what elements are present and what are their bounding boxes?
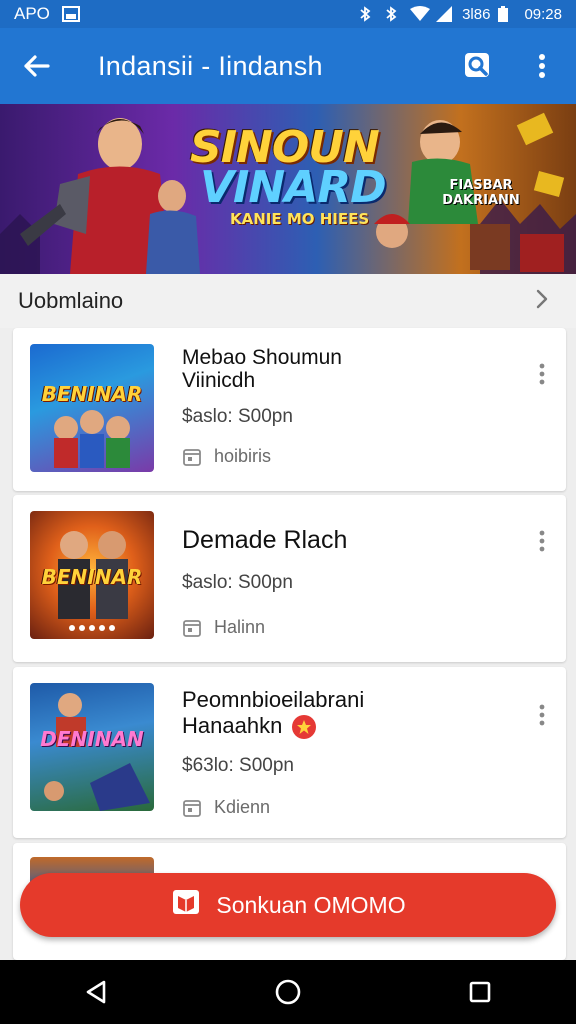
- clock: 09:28: [524, 5, 562, 23]
- item-name: Peomnbioeilabrani Hanaahkn: [182, 687, 365, 740]
- arrow-back-icon: [24, 55, 50, 77]
- item-meta-text: Halinn: [214, 617, 266, 637]
- status-bar: APO 3l86 09:28: [0, 0, 576, 28]
- nav-home-button[interactable]: [258, 967, 318, 1017]
- book-icon: [170, 886, 202, 924]
- thumbnail-title: DENINAN: [40, 727, 144, 751]
- item-price: $63lo: S00pn: [182, 755, 294, 776]
- section-header[interactable]: Uobmlaino: [0, 274, 576, 328]
- system-nav-bar: [0, 960, 576, 1024]
- calendar-icon: [183, 619, 201, 637]
- item-more-button[interactable]: [528, 695, 556, 735]
- item-thumbnail: DENINAN: [30, 683, 154, 811]
- search-button[interactable]: [460, 48, 496, 84]
- item-name-line1: Demade Rlach: [182, 526, 348, 554]
- promo-banner[interactable]: SINOUN VINARD KANIE MO HIEES FIASBAR DAK…: [0, 104, 576, 274]
- network-speed: 3l86: [462, 5, 491, 23]
- thumbnail-title: BENINAR: [41, 382, 143, 406]
- star-badge-icon: [292, 715, 317, 740]
- nav-recents-icon: [469, 981, 491, 1003]
- wifi-icon: [410, 6, 431, 22]
- item-meta-text: hoibiris: [214, 446, 272, 466]
- item-meta: hoibiris: [182, 446, 271, 467]
- item-meta: Kdienn: [182, 797, 270, 818]
- primary-action-label: Sonkuan OMOMO: [216, 891, 406, 918]
- item-meta: Halinn: [182, 617, 265, 638]
- item-price: $aslo: S00pn: [182, 572, 293, 593]
- banner-subtitle: KANIE MO HIEES: [230, 210, 370, 228]
- chevron-right-icon[interactable]: [536, 289, 548, 314]
- item-name: Demade Rlach: [182, 527, 347, 554]
- section-label: Uobmlaino: [18, 288, 124, 313]
- item-name-line2: Viinicdh: [182, 369, 256, 392]
- item-thumbnail: BENINAR: [30, 511, 154, 639]
- primary-action-button[interactable]: Sonkuan OMOMO: [20, 873, 556, 937]
- item-name-line1: Mebao Shoumun: [182, 346, 342, 369]
- item-price: $aslo: S00pn: [182, 406, 293, 427]
- page-title: Indansii - Iindansh: [98, 50, 323, 81]
- nav-recents-button[interactable]: [450, 967, 510, 1017]
- banner-badge: FIASBAR DAKRIANN: [442, 178, 520, 208]
- list-item[interactable]: DENINAN Peomnbioeilabrani Hanaahkn $63lo…: [13, 667, 566, 838]
- item-more-button[interactable]: [528, 354, 556, 394]
- calendar-icon: [183, 799, 201, 817]
- carousel-dots: [30, 625, 154, 631]
- vibrate-icon: [384, 6, 402, 22]
- thumbnail-title: BENINAR: [41, 565, 143, 589]
- more-vert-icon: [539, 530, 545, 552]
- battery-icon: [498, 6, 516, 22]
- more-vert-icon: [539, 704, 545, 726]
- list-item[interactable]: BENINAR Demade Rlach $aslo: S00pn Halinn: [13, 495, 566, 662]
- list-item[interactable]: BENINAR Mebao Shoumun Viinicdh $aslo: S0…: [13, 328, 566, 491]
- carrier-label: APO: [14, 4, 50, 23]
- more-vert-icon: [539, 54, 545, 78]
- item-more-button[interactable]: [528, 521, 556, 561]
- search-icon: [465, 53, 489, 77]
- item-meta-text: Kdienn: [214, 797, 271, 817]
- nav-back-button[interactable]: [66, 967, 126, 1017]
- overflow-menu-button[interactable]: [524, 48, 560, 84]
- signal-icon: [436, 6, 454, 22]
- image-notification-icon: [61, 6, 80, 22]
- more-vert-icon: [539, 363, 545, 385]
- app-bar: Indansii - Iindansh: [0, 28, 576, 104]
- nav-back-icon: [86, 980, 106, 1004]
- bluetooth-icon: [358, 6, 376, 22]
- back-button[interactable]: [16, 46, 56, 86]
- item-name-line1: Peomnbioeilabrani: [182, 687, 365, 712]
- banner-title: SINOUN VINARD: [190, 126, 387, 213]
- item-name: Mebao Shoumun Viinicdh: [182, 346, 342, 392]
- item-thumbnail: BENINAR: [30, 344, 154, 472]
- calendar-icon: [183, 448, 201, 466]
- nav-home-icon: [275, 979, 301, 1005]
- banner-title-line2: VINARD: [200, 162, 387, 213]
- item-name-line2: Hanaahkn: [182, 713, 283, 738]
- thumbnail-art: [54, 410, 130, 468]
